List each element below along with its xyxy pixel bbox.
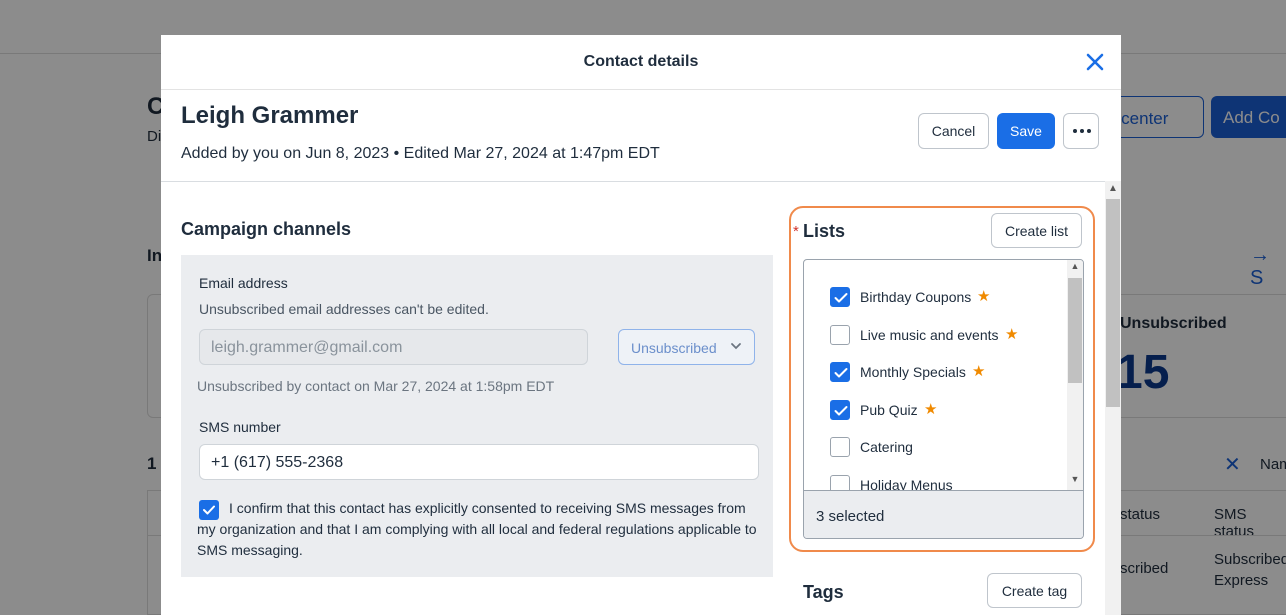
required-marker: * bbox=[793, 223, 799, 240]
create-list-button[interactable]: Create list bbox=[991, 213, 1082, 248]
email-field: leigh.grammer@gmail.com bbox=[199, 329, 588, 365]
list-checkbox[interactable] bbox=[830, 437, 850, 457]
campaign-channels-heading: Campaign channels bbox=[181, 219, 352, 239]
dot-icon bbox=[1080, 129, 1084, 133]
list-checkbox[interactable] bbox=[830, 474, 850, 490]
tags-heading: Tags bbox=[803, 582, 844, 602]
list-item-label: Live music and events bbox=[860, 326, 999, 343]
list-item[interactable]: Monthly Specials ★ bbox=[830, 361, 1060, 383]
header-divider bbox=[161, 181, 1105, 182]
lists-selected-summary: 3 selected bbox=[804, 490, 1083, 538]
lists-scrollbar-thumb[interactable] bbox=[1068, 278, 1082, 383]
contact-name: Leigh Grammer bbox=[181, 102, 359, 129]
sms-number-field[interactable]: +1 (617) 555-2368 bbox=[199, 444, 759, 480]
list-checkbox[interactable] bbox=[830, 362, 850, 382]
more-options-button[interactable] bbox=[1063, 113, 1099, 149]
list-item-label: Catering bbox=[860, 439, 913, 455]
favorite-star-icon: ★ bbox=[924, 400, 938, 418]
list-item[interactable]: Live music and events ★ bbox=[830, 324, 1060, 346]
favorite-star-icon: ★ bbox=[1005, 325, 1019, 343]
save-button[interactable]: Save bbox=[997, 113, 1055, 149]
scroll-down-icon[interactable]: ▼ bbox=[1067, 474, 1083, 484]
email-status-select[interactable]: Unsubscribed bbox=[618, 329, 755, 365]
contact-details-modal: Contact details Leigh Grammer Added by y… bbox=[161, 35, 1121, 615]
lists-selector: Birthday Coupons ★ Live music and events ★ M… bbox=[803, 259, 1084, 539]
lists-heading: Lists bbox=[803, 221, 846, 241]
list-item-label: Birthday Coupons bbox=[860, 289, 972, 305]
create-tag-button[interactable]: Create tag bbox=[987, 573, 1082, 608]
dot-icon bbox=[1073, 129, 1077, 133]
list-item[interactable]: Holiday Menus bbox=[830, 474, 1060, 491]
email-hint: Unsubscribed email addresses can't be ed… bbox=[199, 301, 489, 317]
scroll-up-icon[interactable]: ▲ bbox=[1105, 183, 1121, 197]
email-label: Email address bbox=[199, 275, 288, 291]
contact-meta: Added by you on Jun 8, 2023 • Edited Mar… bbox=[181, 145, 660, 162]
list-item-label: Monthly Specials bbox=[860, 364, 966, 380]
modal-scrollbar-thumb[interactable] bbox=[1106, 199, 1120, 407]
list-item[interactable]: Birthday Coupons ★ bbox=[830, 286, 1060, 308]
dot-icon bbox=[1087, 129, 1091, 133]
lists-scroll-area[interactable]: Birthday Coupons ★ Live music and events ★ M… bbox=[804, 260, 1067, 490]
modal-header: Contact details bbox=[161, 35, 1121, 90]
email-status-value: Unsubscribed bbox=[631, 340, 717, 356]
chevron-down-icon bbox=[731, 343, 741, 350]
list-checkbox[interactable] bbox=[830, 324, 850, 345]
sms-consent-text: I confirm that this contact has explicit… bbox=[197, 500, 757, 558]
list-checkbox[interactable] bbox=[830, 399, 850, 420]
cancel-button[interactable]: Cancel bbox=[918, 113, 989, 149]
sms-label: SMS number bbox=[199, 419, 281, 435]
scroll-up-icon[interactable]: ▲ bbox=[1067, 261, 1083, 271]
list-checkbox[interactable] bbox=[830, 287, 850, 307]
modal-title: Contact details bbox=[583, 53, 699, 70]
unsubscribed-note: Unsubscribed by contact on Mar 27, 2024 … bbox=[197, 378, 555, 394]
close-icon[interactable] bbox=[1083, 50, 1107, 74]
favorite-star-icon: ★ bbox=[972, 363, 986, 380]
list-item[interactable]: Catering bbox=[830, 436, 1060, 458]
list-item[interactable]: Pub Quiz ★ bbox=[830, 399, 1060, 421]
favorite-star-icon: ★ bbox=[977, 288, 991, 305]
list-item-label: Holiday Menus bbox=[860, 476, 953, 491]
list-item-label: Pub Quiz bbox=[860, 401, 918, 418]
